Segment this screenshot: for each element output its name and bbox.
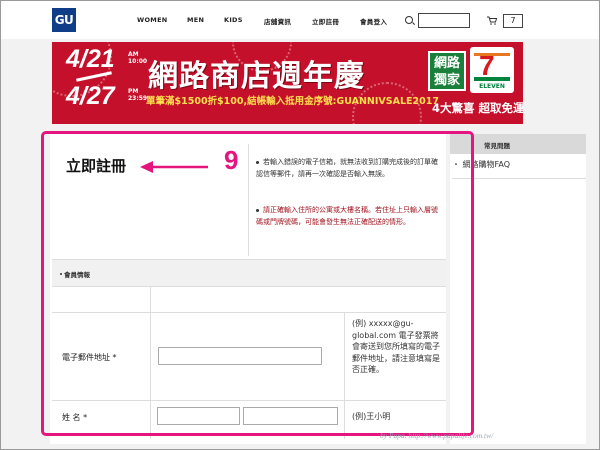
- seven-eleven-logo: 7 ELEVEN: [470, 47, 514, 93]
- banner-end-date: 4/27: [66, 82, 115, 110]
- banner-promo-text: 單筆滿$1500折$100,結帳輸入抵用金序號:GUANNIVSALE2017: [146, 96, 439, 107]
- banner-end-time: PM 23:59: [128, 88, 148, 102]
- banner-start-date: 4/21: [66, 45, 115, 73]
- highlight-box: [41, 131, 474, 436]
- search-input[interactable]: [418, 13, 470, 28]
- nav-register[interactable]: 立即註冊: [312, 16, 339, 26]
- nav-login[interactable]: 會員登入: [360, 16, 387, 26]
- banner-start-time: AM 10:00: [128, 51, 148, 65]
- watermark: by Papa. http://www.papalife.com.tw/: [380, 431, 494, 440]
- gu-logo[interactable]: GU: [52, 8, 76, 32]
- search-icon[interactable]: [405, 16, 413, 24]
- banner-title: 網路商店週年慶: [148, 59, 365, 94]
- banner-bottom-text: 4大驚喜 超取免運: [432, 101, 523, 115]
- cart-count[interactable]: 7: [503, 14, 523, 28]
- anniversary-sale-banner[interactable]: 4/21 AM 10:00 4/27 PM 23:59 網路商店週年慶 單筆滿$15…: [52, 42, 523, 124]
- nav-kids[interactable]: KIDS: [224, 16, 243, 24]
- cart-icon[interactable]: [487, 16, 497, 25]
- nav-women[interactable]: WOMEN: [137, 16, 168, 24]
- banner-online-exclusive-badge: 網路獨家: [428, 51, 466, 91]
- nav-men[interactable]: MEN: [187, 16, 204, 24]
- nav-store-info[interactable]: 店舖資訊: [264, 16, 291, 26]
